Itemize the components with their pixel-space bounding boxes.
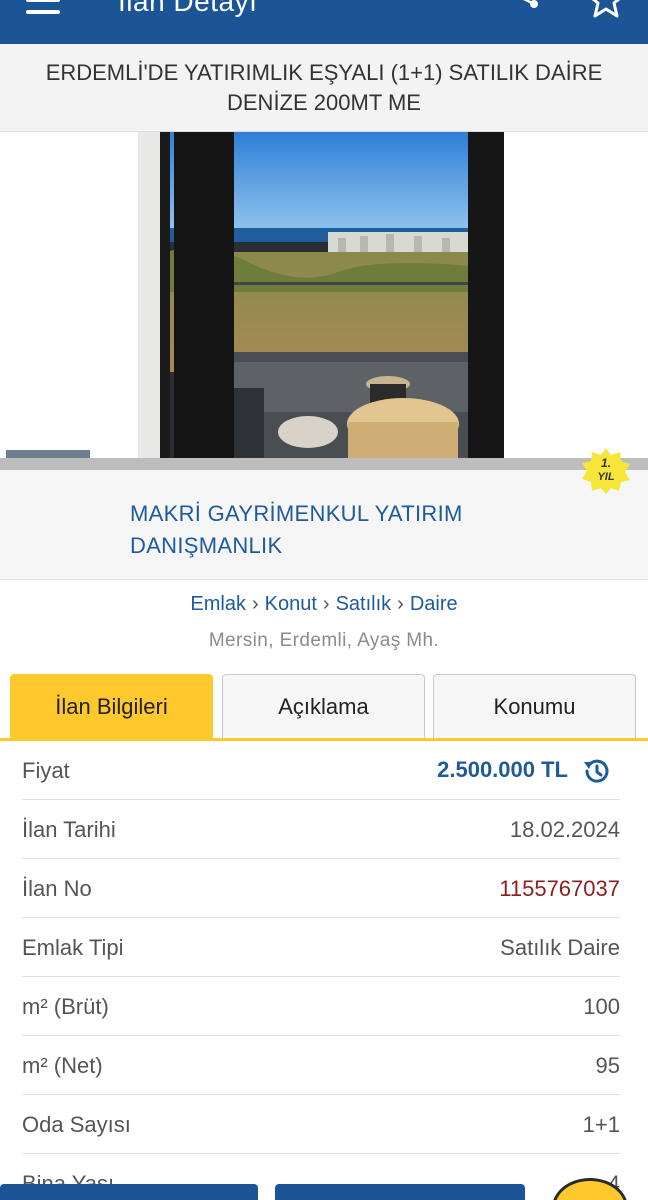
tab-konumu[interactable]: Konumu: [433, 674, 636, 738]
store-info[interactable]: MAKRİ GAYRİMENKUL YATIRIM DANIŞMANLIK: [0, 470, 648, 580]
detail-key: m² (Brüt): [22, 994, 109, 1019]
detail-value: 95: [595, 1053, 620, 1078]
app-bar-title: İlan Detayı: [118, 0, 258, 17]
price-history-icon[interactable]: [580, 755, 612, 787]
photo-thumbnail[interactable]: [6, 450, 90, 458]
breadcrumb-daire[interactable]: Daire: [410, 593, 458, 615]
app-bar: İlan Detayı: [0, 0, 648, 44]
detail-key: Fiyat: [22, 758, 70, 783]
detail-value: 100: [583, 994, 620, 1019]
breadcrumb-satilik[interactable]: Satılık: [336, 593, 392, 615]
detail-key: m² (Net): [22, 1053, 103, 1078]
listing-number-value: 1155767037: [499, 876, 620, 901]
detail-row-type: Emlak Tipi Satılık Daire: [22, 918, 620, 977]
breadcrumb-separator: ›: [322, 593, 330, 615]
details-list: Fiyat 2.500.000 TL İlan Tarihi 18.02.202…: [22, 741, 620, 1200]
price-value: 2.500.000 TL: [437, 757, 568, 782]
listing-photo[interactable]: [138, 132, 504, 458]
detail-row-date: İlan Tarihi 18.02.2024: [22, 800, 620, 859]
call-button[interactable]: [0, 1184, 258, 1200]
tab-aciklama[interactable]: Açıklama: [222, 674, 425, 738]
tab-ilan-bilgileri[interactable]: İlan Bilgileri: [10, 674, 213, 738]
badge-number: 1.: [601, 456, 611, 470]
detail-value: 1+1: [582, 1112, 620, 1137]
detail-key: Oda Sayısı: [22, 1112, 131, 1137]
detail-row-listing-no: İlan No 1155767037: [22, 859, 620, 918]
share-icon[interactable]: [508, 0, 548, 20]
message-button[interactable]: [275, 1184, 525, 1200]
detail-key: İlan Tarihi: [22, 817, 116, 842]
breadcrumb-konut[interactable]: Konut: [265, 593, 317, 615]
detail-key: Emlak Tipi: [22, 935, 124, 960]
detail-key: İlan No: [22, 876, 92, 901]
tab-bar: İlan Bilgileri Açıklama Konumu: [0, 674, 648, 740]
photo-gallery[interactable]: [0, 132, 648, 458]
year-badge-icon: 1. YIL: [582, 448, 630, 494]
detail-row-price: Fiyat 2.500.000 TL: [22, 741, 620, 800]
detail-row-gross-area: m² (Brüt) 100: [22, 977, 620, 1036]
listing-title: ERDEMLİ'DE YATIRIMLIK EŞYALI (1+1) SATIL…: [0, 44, 648, 132]
star-icon[interactable]: [586, 0, 626, 20]
location-text: Mersin, Erdemli, Ayaş Mh.: [208, 630, 440, 651]
badge-label: YIL: [597, 471, 614, 483]
hamburger-menu-icon[interactable]: [22, 0, 62, 22]
breadcrumb: Emlak › Konut › Satılık › Daire: [0, 593, 648, 616]
detail-value: 18.02.2024: [509, 817, 620, 842]
detail-row-rooms: Oda Sayısı 1+1: [22, 1095, 620, 1154]
breadcrumb-emlak[interactable]: Emlak: [190, 593, 246, 615]
store-name[interactable]: MAKRİ GAYRİMENKUL YATIRIM DANIŞMANLIK: [130, 498, 550, 562]
detail-row-net-area: m² (Net) 95: [22, 1036, 620, 1095]
breadcrumb-separator: ›: [251, 593, 259, 615]
breadcrumb-separator: ›: [397, 593, 404, 615]
photo-progress-bar: [0, 458, 648, 470]
detail-value: Satılık Daire: [500, 935, 620, 960]
